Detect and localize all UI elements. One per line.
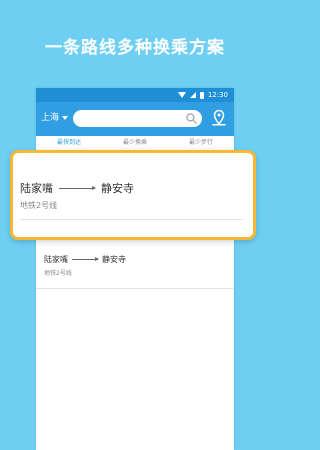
status-icons: 12:30 <box>177 88 228 102</box>
highlighted-route-card[interactable]: 陆家嘴 静安寺 地铁2号线 <box>10 150 256 240</box>
search-input[interactable] <box>73 110 202 127</box>
city-label: 上海 <box>41 113 60 123</box>
arrow-right-icon <box>72 257 99 261</box>
wifi-icon <box>177 92 186 98</box>
route-from: 陆家嘴 <box>44 255 68 264</box>
status-time: 12:30 <box>207 91 228 99</box>
route-to: 静安寺 <box>101 182 134 195</box>
map-pin-icon[interactable] <box>210 109 228 127</box>
signal-icon <box>189 92 196 98</box>
phone-screen: 12:30 上海 最快到达 最少换乘 最少步行 陆家嘴 静安寺 地铁2号线 <box>36 88 234 450</box>
app-bar: 上海 <box>36 102 234 136</box>
battery-icon <box>199 91 204 99</box>
route-from: 陆家嘴 <box>20 182 53 195</box>
status-bar: 12:30 <box>36 88 234 102</box>
search-icon[interactable] <box>185 112 198 125</box>
arrow-right-icon <box>59 185 96 190</box>
chevron-down-icon <box>62 116 69 120</box>
route-line: 地铁2号线 <box>20 201 58 210</box>
route-stations: 陆家嘴 静安寺 <box>44 254 126 265</box>
route-to: 静安寺 <box>102 255 126 264</box>
route-line: 地铁2号线 <box>44 270 72 277</box>
divider <box>20 219 243 220</box>
city-selector[interactable]: 上海 <box>41 111 69 125</box>
route-list-item[interactable]: 陆家嘴 静安寺 地铁2号线 <box>36 246 234 289</box>
banner-title: 一条路线多种换乘方案 <box>45 38 225 58</box>
route-stations: 陆家嘴 静安寺 <box>20 180 134 196</box>
